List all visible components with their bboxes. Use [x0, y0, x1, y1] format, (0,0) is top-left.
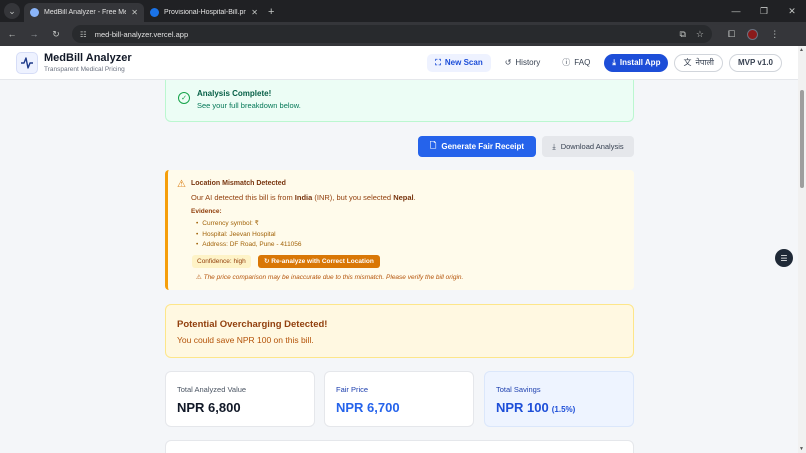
analysis-title: Analysis Complete! — [197, 89, 272, 98]
tab-close-icon[interactable]: ✕ — [251, 8, 258, 17]
restore-icon[interactable]: ❐ — [750, 0, 778, 22]
download-analysis-button[interactable]: ⤓ Download Analysis — [542, 136, 634, 157]
generate-fair-receipt-button[interactable]: 🗋 Generate Fair Receipt — [418, 136, 536, 157]
scroll-up-icon[interactable]: ▲ — [799, 47, 804, 53]
check-circle-icon: ✓ — [178, 92, 190, 104]
receipt-icon: 🗋 — [429, 140, 437, 150]
faq-button[interactable]: ⓘ FAQ — [554, 54, 598, 72]
browser-tabstrip: ⌄ MedBill Analyzer - Free Medica ✕ Provi… — [0, 0, 806, 22]
total-analyzed-card: Total Analyzed Value NPR 6,800 — [165, 371, 315, 427]
forward-icon[interactable]: → — [28, 29, 40, 39]
generate-label: Generate Fair Receipt — [441, 142, 525, 151]
total-label: Total Analyzed Value — [177, 385, 247, 394]
new-tab-icon[interactable]: + — [268, 6, 274, 18]
evidence-list: Currency symbol: ₹ Hospital: Jeevan Hosp… — [196, 219, 302, 251]
scroll-down-icon[interactable]: ▼ — [799, 446, 804, 452]
savings-percent: (1.5%) — [551, 405, 576, 414]
minimize-icon[interactable]: — — [722, 0, 750, 22]
next-section-card — [165, 440, 634, 453]
tab-title: Provisional-Hospital-Bill.png (5 — [164, 9, 247, 16]
location-mismatch-alert: ⚠ Location Mismatch Detected Our AI dete… — [165, 170, 634, 290]
list-item: Address: DF Road, Pune - 411056 — [196, 240, 301, 251]
fair-price-card: Fair Price NPR 6,700 — [324, 371, 474, 427]
mismatch-message: Our AI detected this bill is from India … — [191, 193, 416, 202]
analysis-complete-banner: ✓ Analysis Complete! See your full break… — [165, 80, 634, 122]
install-app-icon[interactable]: ⧉ — [679, 29, 685, 40]
overcharging-title: Potential Overcharging Detected! — [177, 319, 328, 330]
warning-triangle-icon: ⚠ — [177, 179, 186, 190]
download-icon: ⤓ — [552, 141, 556, 151]
help-circle-icon: ⓘ — [562, 58, 571, 67]
brand-subtitle: Transparent Medical Pricing — [44, 65, 125, 73]
tab-title: MedBill Analyzer - Free Medica — [44, 9, 127, 16]
url-text: med-bill-analyzer.vercel.app — [94, 29, 189, 39]
version-badge: MVP v1.0 — [729, 53, 782, 72]
evidence-label: Evidence: — [191, 208, 222, 215]
history-button[interactable]: ↺ History — [497, 54, 549, 72]
analysis-subtitle: See your full breakdown below. — [197, 101, 301, 110]
selected-country: Nepal — [393, 193, 414, 202]
new-scan-button[interactable]: ⛶ New Scan — [427, 53, 491, 72]
site-settings-icon[interactable]: ☷ — [80, 30, 87, 39]
web-page: MedBill Analyzer Transparent Medical Pri… — [0, 46, 798, 453]
header-nav: ⛶ New Scan ↺ History ⓘ FAQ ⤓ Install App… — [427, 53, 782, 72]
scan-icon: ⛶ — [435, 57, 441, 67]
brand-title: MedBill Analyzer — [44, 51, 132, 64]
reanalyze-label: Re-analyze with Correct Location — [271, 258, 374, 265]
image-favicon-icon — [150, 8, 159, 17]
download-icon: ⤓ — [612, 57, 616, 67]
pulse-logo-icon[interactable] — [16, 51, 38, 74]
profile-avatar[interactable] — [747, 28, 759, 40]
warning-small-icon: ⚠ — [196, 274, 204, 281]
download-label: Download Analysis — [560, 142, 624, 151]
mismatch-title: Location Mismatch Detected — [191, 180, 286, 187]
extensions-icon[interactable]: ⧠ — [728, 29, 735, 40]
version-label: MVP v1.0 — [738, 58, 773, 67]
close-window-icon[interactable]: ✕ — [778, 0, 806, 22]
mismatch-note: ⚠ The price comparison may be inaccurate… — [196, 274, 464, 281]
total-value: NPR 6,800 — [177, 400, 241, 415]
total-savings-card: Total Savings NPR 100 (1.5%) — [484, 371, 634, 427]
reload-icon[interactable]: ↻ — [50, 29, 62, 40]
floating-menu-icon[interactable]: ☰ — [775, 249, 793, 267]
fair-value: NPR 6,700 — [336, 400, 400, 415]
app-header: MedBill Analyzer Transparent Medical Pri… — [0, 46, 798, 80]
bookmark-star-icon[interactable]: ☆ — [696, 29, 704, 40]
tab-close-icon[interactable]: ✕ — [131, 8, 138, 17]
fair-label: Fair Price — [336, 385, 369, 394]
list-item: Currency symbol: ₹ — [196, 219, 302, 230]
window-controls: — ❐ ✕ — [722, 0, 806, 22]
faq-label: FAQ — [574, 58, 591, 67]
new-scan-label: New Scan — [444, 58, 483, 67]
browser-toolbar: ← → ↻ ☷ med-bill-analyzer.vercel.app ⧉ ☆… — [0, 22, 806, 46]
list-item: Hospital: Jeevan Hospital — [196, 230, 302, 241]
install-label: Install App — [619, 58, 661, 67]
language-toggle-button[interactable]: 文 नेपाली — [674, 53, 724, 72]
browser-menu-icon[interactable]: ⋮ — [770, 29, 779, 40]
medbill-favicon-icon — [30, 8, 39, 17]
back-icon[interactable]: ← — [6, 29, 18, 39]
translate-icon: 文 — [683, 58, 692, 67]
history-label: History — [515, 58, 541, 67]
reanalyze-button[interactable]: ↻ Re-analyze with Correct Location — [258, 255, 380, 268]
overcharging-subtitle: You could save NPR 100 on this bill. — [177, 335, 314, 345]
tab-search-icon[interactable]: ⌄ — [4, 3, 20, 19]
savings-value: NPR 100 (1.5%) — [496, 400, 576, 415]
browser-tab-medbill[interactable]: MedBill Analyzer - Free Medica ✕ — [24, 3, 144, 22]
scrollbar-thumb[interactable] — [800, 90, 804, 188]
brand: MedBill Analyzer Transparent Medical Pri… — [44, 52, 132, 73]
overcharging-banner: Potential Overcharging Detected! You cou… — [165, 304, 634, 358]
install-app-button[interactable]: ⤓ Install App — [604, 53, 669, 72]
confidence-badge: Confidence: high — [192, 255, 251, 268]
browser-tab-bill-image[interactable]: Provisional-Hospital-Bill.png (5 ✕ — [144, 3, 264, 22]
page-scrollbar[interactable]: ▲ ▼ — [798, 46, 806, 453]
language-label: नेपाली — [695, 58, 715, 67]
history-icon: ↺ — [504, 58, 512, 67]
address-bar[interactable]: ☷ med-bill-analyzer.vercel.app ⧉ ☆ — [72, 25, 712, 43]
detected-country: India — [294, 193, 313, 202]
savings-label: Total Savings — [496, 385, 541, 394]
